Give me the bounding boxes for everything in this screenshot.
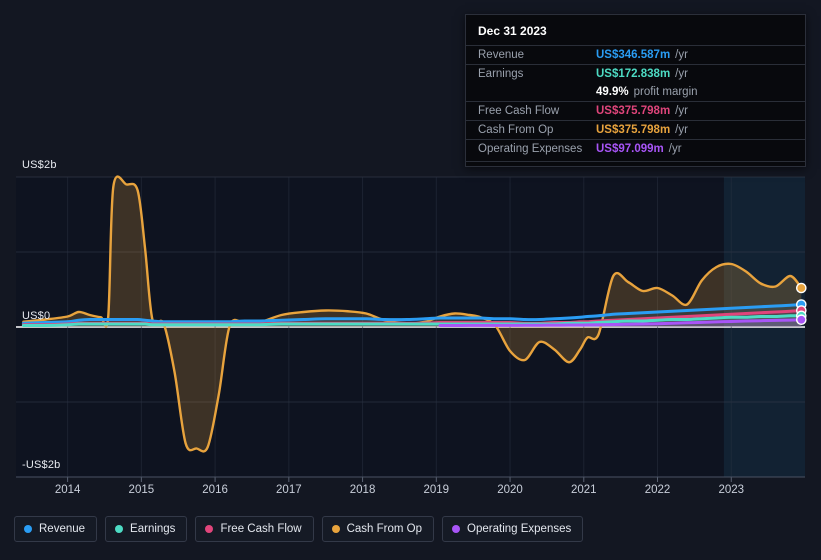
x-axis-label: 2021 [570, 484, 597, 496]
legend-item-revenue[interactable]: Revenue [14, 516, 98, 542]
tooltip-value-cash-from-op: US$375.798m [596, 124, 671, 136]
legend-item-operating-expenses[interactable]: Operating Expenses [442, 516, 584, 542]
legend-item-label: Cash From Op [346, 523, 423, 535]
tooltip-unit-operating-expenses: /yr [668, 143, 682, 155]
x-axis-label: 2014 [54, 484, 81, 496]
x-axis-label: 2018 [349, 484, 376, 496]
tooltip-row-operating-expenses: Operating Expenses US$97.099m /yr [466, 139, 805, 158]
data-tooltip: Dec 31 2023 Revenue US$346.587m /yr Earn… [465, 14, 806, 167]
tooltip-unit-earnings: /yr [675, 68, 688, 80]
x-axis-label: 2020 [497, 484, 523, 496]
tooltip-value-free-cash-flow: US$375.798m [596, 105, 671, 117]
x-axis-label: 2019 [423, 484, 450, 496]
legend-item-label: Operating Expenses [467, 523, 572, 535]
financial-chart: US$2b US$0 -US$2b 2014 2015 2016 2017 2018 20… [0, 0, 821, 560]
tooltip-key-cash-from-op: Cash From Op [478, 124, 554, 136]
x-axis-label: 2016 [202, 484, 228, 496]
tooltip-row-revenue: Revenue US$346.587m /yr [466, 45, 805, 64]
y-axis-label-top: US$2b [22, 159, 57, 171]
tooltip-value-revenue: US$346.587m [596, 49, 671, 61]
tooltip-row-cash-from-op: Cash From Op US$375.798m /yr [466, 120, 805, 139]
x-axis-label: 2017 [276, 484, 302, 496]
legend-item-label: Revenue [39, 523, 86, 535]
tooltip-row-free-cash-flow: Free Cash Flow US$375.798m /yr [466, 101, 805, 120]
legend-color-dot [452, 525, 461, 533]
legend-item-cash-from-op[interactable]: Cash From Op [321, 516, 435, 542]
tooltip-unit-free-cash-flow: /yr [675, 105, 688, 117]
y-axis-label-bottom: -US$2b [22, 459, 61, 471]
legend-color-dot [115, 525, 124, 533]
tooltip-bottom-rule [466, 161, 805, 162]
legend-item-free-cash-flow[interactable]: Free Cash Flow [195, 516, 314, 542]
tooltip-value-operating-expenses: US$97.099m [596, 143, 664, 155]
legend-color-dot [331, 525, 340, 533]
tooltip-row-profit-margin: 49.9% profit margin [466, 83, 805, 101]
tooltip-key-free-cash-flow: Free Cash Flow [478, 105, 560, 117]
legend-item-earnings[interactable]: Earnings [105, 516, 188, 542]
tooltip-row-earnings: Earnings US$172.838m /yr [466, 64, 805, 83]
tooltip-key-revenue: Revenue [478, 49, 525, 61]
legend-item-label: Free Cash Flow [220, 523, 302, 535]
series-endpoint-marker [796, 314, 807, 326]
chart-legend: Revenue Earnings Free Cash Flow Cash From O… [14, 516, 584, 542]
series-endpoint-marker [796, 282, 807, 294]
legend-item-label: Earnings [130, 523, 176, 535]
tooltip-value-earnings: US$172.838m [596, 68, 671, 80]
tooltip-unit-revenue: /yr [675, 49, 688, 61]
x-axis-label: 2015 [128, 484, 155, 496]
tooltip-unit-cash-from-op: /yr [675, 124, 688, 136]
tooltip-date: Dec 31 2023 [478, 24, 547, 38]
tooltip-key-operating-expenses: Operating Expenses [478, 143, 583, 155]
x-axis-label: 2022 [644, 484, 671, 496]
legend-color-dot [24, 525, 32, 533]
x-axis-label: 2023 [718, 484, 745, 496]
tooltip-label-profit-margin: profit margin [633, 86, 698, 98]
tooltip-value-profit-margin: 49.9% [596, 86, 629, 98]
legend-color-dot [205, 525, 214, 533]
tooltip-key-earnings: Earnings [478, 68, 524, 80]
y-axis-label-zero: US$0 [22, 310, 51, 322]
